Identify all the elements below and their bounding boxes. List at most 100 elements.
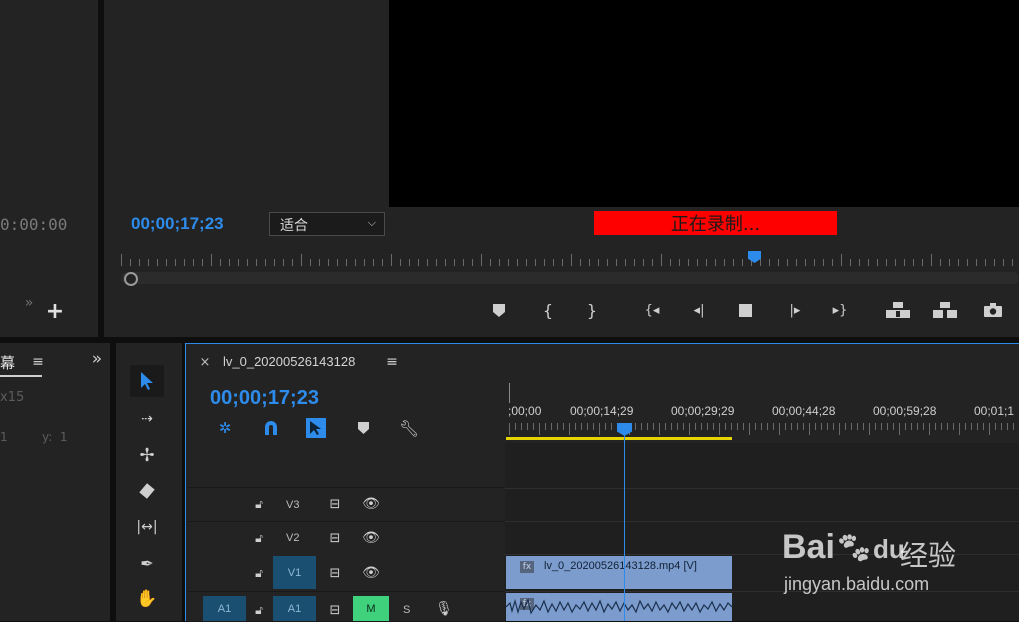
ruler-tick	[868, 259, 869, 266]
ruler-tick	[743, 423, 744, 430]
ruler-tick	[760, 259, 761, 266]
track-select-tool-icon[interactable]: ⇢	[132, 407, 162, 431]
panel-menu-icon[interactable]: ≡	[30, 354, 46, 370]
mute-button[interactable]: M	[353, 596, 389, 621]
program-timecode[interactable]: 00;00;17;23	[131, 214, 224, 234]
panel-title[interactable]: 幕	[0, 352, 15, 373]
ruler-tick	[382, 259, 383, 266]
ruler-tick	[283, 259, 284, 266]
zoom-scrollbar[interactable]	[121, 272, 1019, 284]
timeline-menu-icon[interactable]: ≡	[384, 354, 400, 370]
lift-icon[interactable]	[885, 300, 911, 320]
extract-icon[interactable]	[932, 300, 958, 320]
slip-tool-icon[interactable]: |↔|	[132, 515, 162, 539]
mark-out-icon[interactable]: }	[584, 300, 600, 320]
ruler-label: ;00;00	[508, 404, 542, 418]
selection-tool-icon[interactable]	[130, 365, 164, 397]
ruler-tick	[994, 259, 995, 266]
step-forward-icon[interactable]: |▸	[784, 301, 806, 319]
snap-magnet-icon[interactable]	[260, 418, 282, 438]
ruler-label: 00;00;44;28	[772, 404, 836, 418]
timeline-timecode[interactable]: 00;00;17;23	[210, 387, 319, 410]
more-panels-icon[interactable]: »	[20, 294, 38, 312]
microphone-icon[interactable]: 🎙︎	[435, 600, 453, 618]
fit-select[interactable]: 适合 ⌵	[269, 212, 385, 236]
camera-icon[interactable]	[983, 301, 1003, 319]
ruler-tick	[796, 259, 797, 266]
watermark-url: jingyan.baidu.com	[784, 574, 930, 594]
track-target-v1[interactable]: V1	[273, 556, 316, 589]
nest-sequence-icon[interactable]: ✲	[214, 418, 236, 438]
audio-clip[interactable]: fx	[506, 593, 732, 621]
mark-in-icon[interactable]: {	[540, 300, 556, 320]
hand-tool-icon[interactable]: ✋	[132, 587, 162, 611]
ruler-tick	[688, 259, 689, 266]
ruler-tick	[166, 259, 167, 266]
ruler-tick	[328, 259, 329, 266]
close-icon[interactable]: ×	[198, 355, 212, 370]
ruler-tick	[463, 259, 464, 266]
ruler-tick	[569, 423, 570, 435]
eye-icon[interactable]: 👁︎	[361, 530, 381, 546]
add-marker-icon[interactable]	[354, 420, 372, 436]
razor-tool-icon[interactable]	[132, 479, 162, 503]
ruler-tick	[913, 259, 914, 266]
recording-banner: 正在录制...	[594, 211, 837, 235]
eye-icon[interactable]: 👁︎	[361, 565, 381, 581]
ruler-tick	[677, 423, 678, 430]
ruler-tick	[229, 259, 230, 266]
go-to-out-icon[interactable]: ▸}	[828, 301, 852, 319]
ruler-tick	[791, 423, 792, 430]
eye-icon[interactable]: 👁︎	[361, 496, 381, 512]
ruler-tick	[607, 259, 608, 266]
work-area-bar[interactable]	[506, 437, 732, 440]
ruler-tick	[274, 259, 275, 266]
ruler-tick	[598, 259, 599, 266]
add-button-icon[interactable]: +	[46, 299, 64, 324]
stop-icon[interactable]	[737, 302, 753, 318]
timeline-ruler[interactable]: ;00;00 00;00;14;29 00;00;29;29 00;00;44;…	[505, 383, 1019, 443]
ruler-tick	[733, 259, 734, 266]
toggle-sync-icon[interactable]: ⊟	[326, 565, 344, 581]
ripple-edit-tool-icon[interactable]: ✢	[132, 443, 162, 467]
ruler-tick	[202, 259, 203, 266]
lock-icon[interactable]: 🔓︎	[252, 496, 266, 512]
linked-selection-icon[interactable]	[305, 417, 327, 439]
ruler-tick	[1013, 423, 1014, 430]
ruler-tick	[337, 259, 338, 266]
ruler-tick	[749, 423, 750, 435]
source-patch-a1[interactable]: A1	[203, 596, 246, 621]
ruler-tick	[616, 259, 617, 266]
wrench-settings-icon[interactable]: 🔧︎	[398, 418, 420, 438]
left-caption-panel: 幕 ≡ » x15 1 y: 1	[0, 343, 110, 621]
pen-tool-icon[interactable]: ✒	[132, 551, 162, 575]
ruler-tick	[755, 423, 756, 430]
ruler-tick	[553, 259, 554, 266]
step-back-icon[interactable]: ◂|	[688, 301, 710, 319]
paw-icon: 🐾︎	[834, 532, 874, 565]
lock-icon[interactable]: 🔓︎	[252, 602, 266, 618]
lock-icon[interactable]: 🔓︎	[252, 565, 266, 581]
ruler-tick	[833, 423, 834, 430]
video-clip[interactable]: fx lv_0_20200526143128.mp4 [V]	[506, 556, 732, 589]
program-ruler[interactable]	[121, 250, 1019, 270]
timeline-tab-title[interactable]: lv_0_20200526143128	[223, 354, 355, 369]
ruler-tick	[893, 423, 894, 430]
toggle-sync-icon[interactable]: ⊟	[326, 530, 344, 546]
more-panels-icon[interactable]: »	[88, 349, 106, 369]
solo-button[interactable]: S	[403, 604, 410, 616]
toggle-sync-icon[interactable]: ⊟	[326, 602, 344, 618]
ruler-tick	[193, 259, 194, 266]
ruler-tick	[391, 254, 392, 266]
zoom-handle[interactable]	[124, 272, 138, 286]
lock-icon[interactable]: 🔓︎	[252, 530, 266, 546]
caption-size-text: x15	[0, 390, 25, 405]
add-marker-icon[interactable]	[491, 302, 507, 318]
track-target-a1[interactable]: A1	[273, 596, 316, 621]
toggle-sync-icon[interactable]: ⊟	[326, 496, 344, 512]
ruler-tick	[905, 423, 906, 430]
ruler-tick	[845, 423, 846, 430]
ruler-tick	[715, 259, 716, 266]
ruler-tick	[683, 423, 684, 430]
go-to-in-icon[interactable]: {◂	[640, 301, 664, 319]
